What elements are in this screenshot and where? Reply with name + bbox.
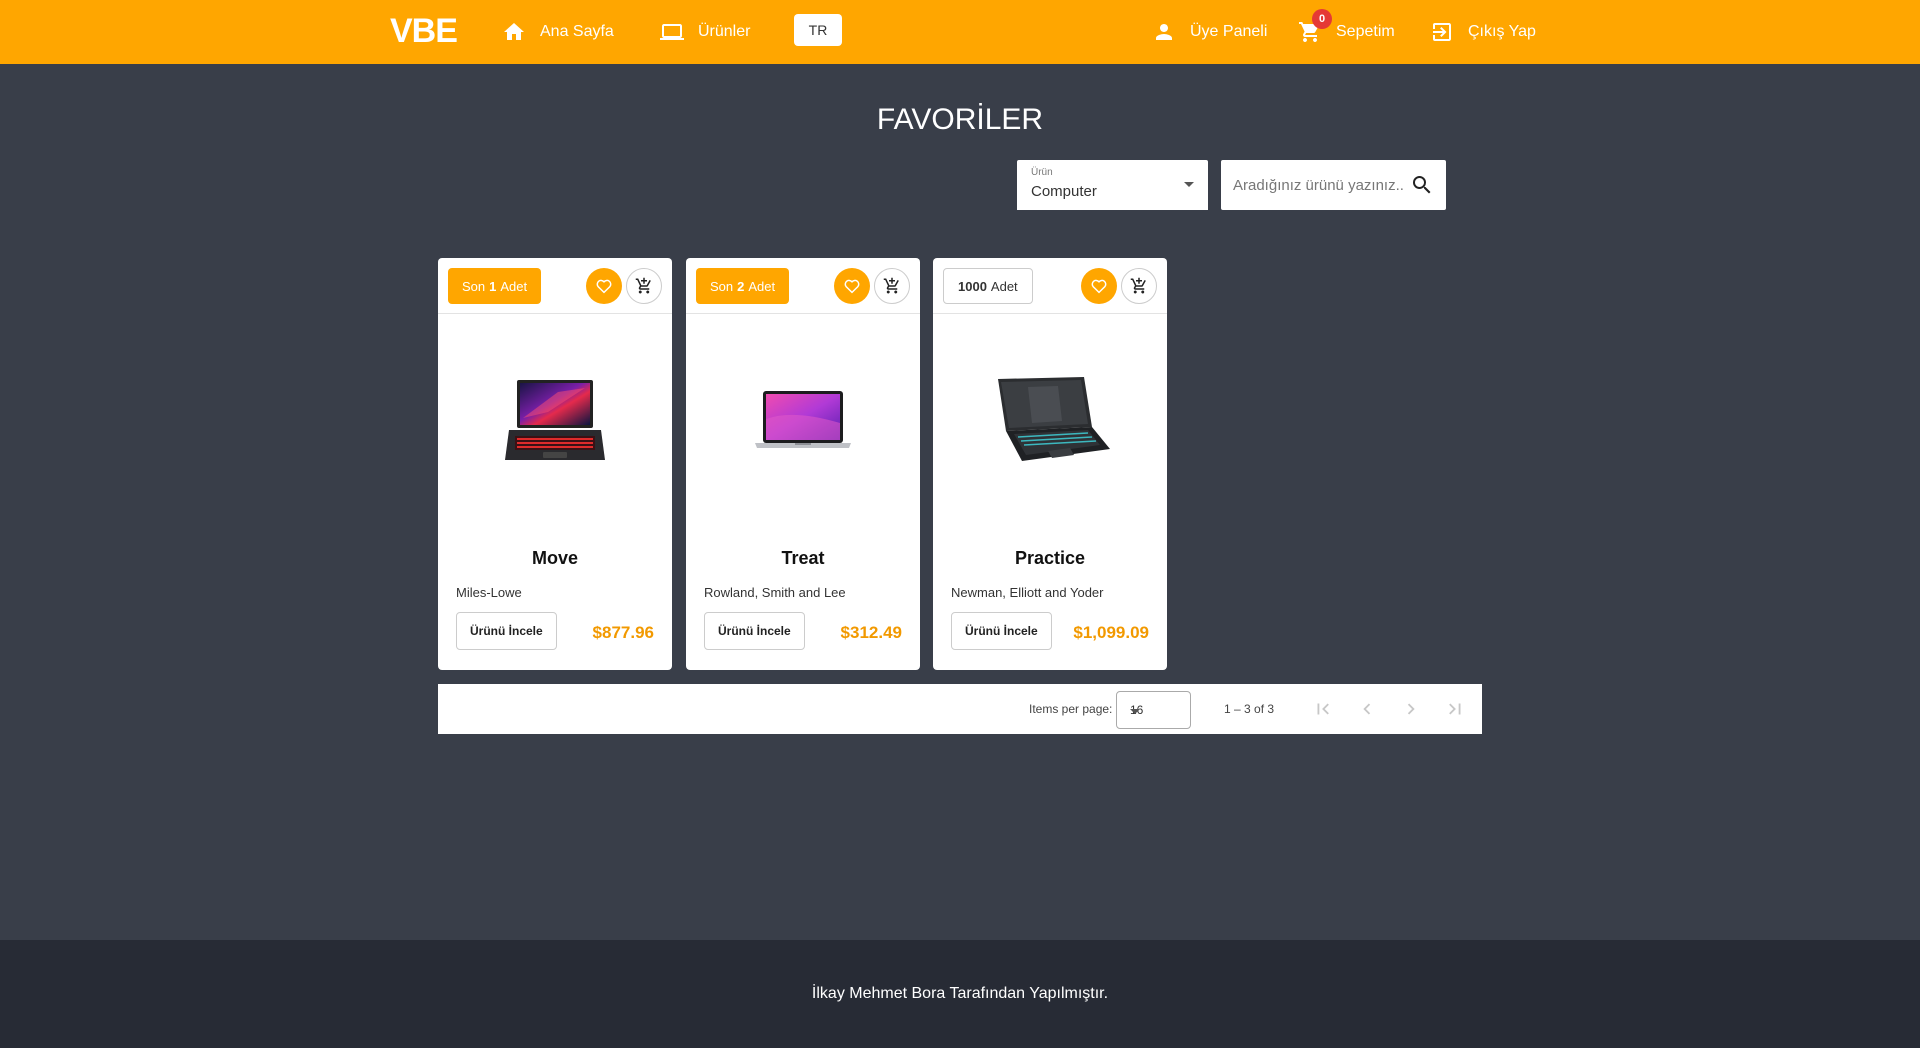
- cart-icon-wrap: 0: [1298, 9, 1332, 44]
- last-page-button[interactable]: [1443, 697, 1467, 721]
- laptop-icon: [660, 24, 684, 40]
- product-category-value: Computer: [1031, 183, 1097, 200]
- product-brand: Rowland, Smith and Lee: [704, 585, 846, 600]
- favorite-button[interactable]: [834, 268, 870, 304]
- stock-count: 1: [489, 278, 497, 294]
- stock-count: 1000: [958, 278, 987, 294]
- inspect-product-button[interactable]: Ürünü İncele: [951, 612, 1052, 650]
- search-button[interactable]: [1410, 173, 1434, 197]
- heart-icon: [1091, 279, 1107, 294]
- product-price: $877.96: [592, 623, 654, 642]
- stock-prefix: Son: [462, 278, 486, 294]
- product-price: $1,099.09: [1073, 623, 1149, 642]
- logout-icon: [1433, 23, 1451, 41]
- add-to-cart-button[interactable]: [874, 268, 910, 304]
- stock-badge: Son 2 Adet: [696, 268, 790, 304]
- dropdown-arrow-icon: [1184, 182, 1194, 187]
- card-header: 1000 Adet: [933, 258, 1167, 314]
- product-image[interactable]: [438, 315, 672, 525]
- search-box: [1221, 160, 1446, 210]
- favorite-button[interactable]: [1081, 268, 1117, 304]
- nav-member-label: Üye Paneli: [1190, 23, 1268, 40]
- inspect-product-button[interactable]: Ürünü İncele: [456, 612, 557, 650]
- product-category-label: Ürün: [1031, 167, 1053, 178]
- product-name: Move: [531, 548, 578, 568]
- add-shopping-cart-icon: [883, 277, 899, 294]
- product-card: Son 2 Adet Treat Rowland, Smith and Lee …: [686, 258, 920, 670]
- product-price: $312.49: [840, 623, 902, 642]
- add-to-cart-button[interactable]: [626, 268, 662, 304]
- card-header: Son 2 Adet: [686, 258, 920, 314]
- add-to-cart-button[interactable]: [1121, 268, 1157, 304]
- product-card: Son 1 Adet Move Miles-Lowe Ürünü İncele …: [438, 258, 672, 670]
- last-page-icon: [1449, 703, 1461, 715]
- heart-icon: [596, 279, 612, 294]
- product-category-select[interactable]: Ürün Computer: [1017, 160, 1208, 210]
- add-shopping-cart-icon: [1130, 277, 1146, 294]
- favorite-button[interactable]: [586, 268, 622, 304]
- card-header: Son 1 Adet: [438, 258, 672, 314]
- brand-logo[interactable]: VBE: [390, 12, 458, 51]
- language-button[interactable]: TR: [794, 14, 842, 46]
- add-shopping-cart-icon: [635, 277, 651, 294]
- search-input[interactable]: [1233, 174, 1405, 196]
- inspect-product-button[interactable]: Ürünü İncele: [704, 612, 805, 650]
- stock-badge: Son 1 Adet: [448, 268, 542, 304]
- stock-suffix: Adet: [748, 278, 776, 294]
- nav-cart-label: Sepetim: [1336, 23, 1395, 40]
- product-card: 1000 Adet Practice Newman, Elliott and Y…: [933, 258, 1167, 670]
- product-brand: Newman, Elliott and Yoder: [951, 585, 1104, 600]
- nav-member-panel-link[interactable]: Üye Paneli: [1152, 0, 1267, 64]
- previous-page-button[interactable]: [1355, 697, 1379, 721]
- product-name: Treat: [781, 548, 825, 568]
- nav-cart-link[interactable]: 0 Sepetim: [1298, 0, 1395, 64]
- stock-count: 2: [737, 278, 745, 294]
- first-page-icon: [1317, 703, 1329, 715]
- chevron-left-icon: [1363, 703, 1371, 715]
- chevron-right-icon: [1407, 703, 1415, 715]
- nav-products-link[interactable]: Ürünler: [660, 0, 750, 64]
- items-per-page-select[interactable]: 16: [1116, 691, 1191, 729]
- stock-suffix: Adet: [500, 278, 528, 294]
- top-navbar: VBE Ana Sayfa Ürünler TR Üye Paneli 0 Se…: [0, 0, 1920, 64]
- nav-products-label: Ürünler: [698, 23, 751, 40]
- page-range-label: 1 – 3 of 3: [1224, 702, 1275, 716]
- macbook-purple-image: [755, 391, 851, 448]
- footer-credit: İlkay Mehmet Bora Tarafından Yapılmıştır…: [811, 985, 1109, 1002]
- product-name: Practice: [1014, 548, 1086, 568]
- next-page-button[interactable]: [1399, 697, 1423, 721]
- dropdown-arrow-icon: [1130, 709, 1140, 714]
- items-per-page-label: Items per page:: [1029, 702, 1113, 716]
- search-icon: [1413, 176, 1431, 194]
- stock-badge: 1000 Adet: [943, 268, 1033, 304]
- person-icon: [1156, 24, 1172, 40]
- gaming-laptop-dark-image: [998, 377, 1110, 461]
- nav-logout-label: Çıkış Yap: [1468, 23, 1536, 40]
- nav-home-link[interactable]: Ana Sayfa: [502, 0, 614, 64]
- cart-count-badge: 0: [1312, 9, 1332, 29]
- gaming-laptop-red-image: [505, 380, 605, 460]
- first-page-button[interactable]: [1311, 697, 1335, 721]
- paginator: Items per page: 16 1 – 3 of 3: [438, 684, 1482, 734]
- footer: İlkay Mehmet Bora Tarafından Yapılmıştır…: [0, 940, 1920, 1048]
- product-image[interactable]: [686, 315, 920, 525]
- nav-logout-link[interactable]: Çıkış Yap: [1430, 0, 1536, 64]
- product-image[interactable]: [933, 315, 1167, 525]
- nav-home-label: Ana Sayfa: [540, 23, 614, 40]
- page-title: FAVORİLER: [876, 103, 1044, 136]
- home-icon: [504, 23, 524, 40]
- stock-prefix: Son: [710, 278, 734, 294]
- stock-suffix: Adet: [990, 278, 1018, 294]
- product-brand: Miles-Lowe: [456, 585, 522, 600]
- heart-icon: [844, 279, 860, 294]
